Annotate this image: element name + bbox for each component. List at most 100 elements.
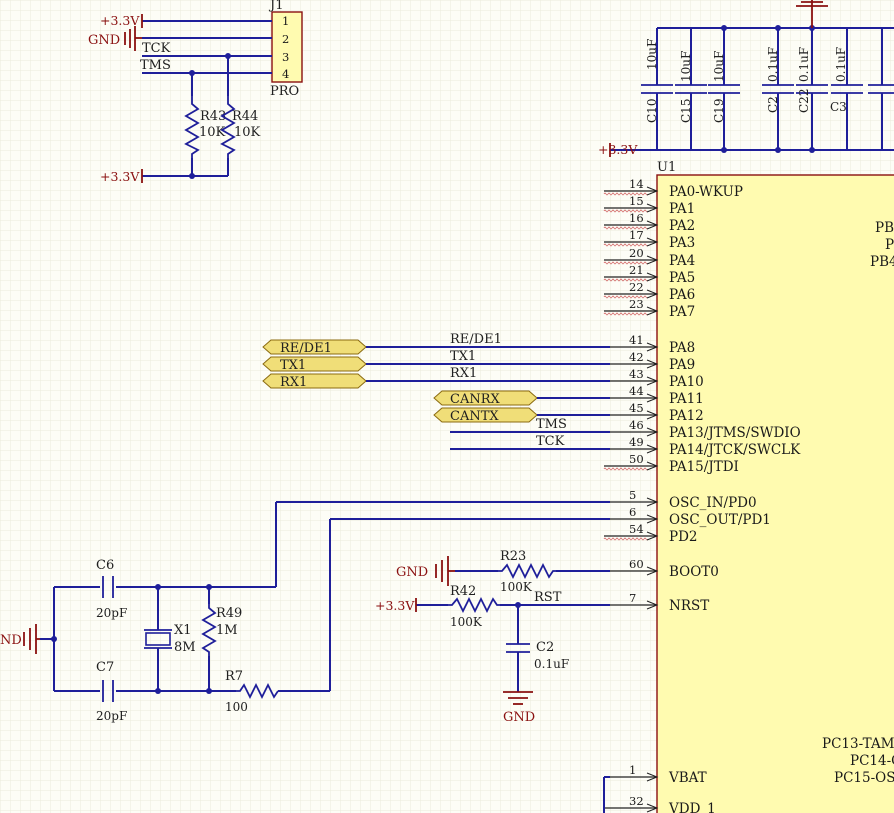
u1-pin-number: 21 bbox=[629, 263, 644, 277]
c15-ref: C15 bbox=[679, 99, 693, 123]
u1-pin-number: 42 bbox=[629, 350, 644, 364]
c2-reset-value: 0.1uF bbox=[534, 657, 569, 671]
net-label-tx1: TX1 bbox=[450, 349, 476, 364]
u1-pin-name: PA7 bbox=[669, 304, 695, 320]
j1-net-tck: TCK bbox=[142, 41, 171, 56]
c19-ref: C19 bbox=[712, 99, 726, 123]
c10-value: 10uF bbox=[645, 39, 659, 70]
power-33v-pullup-label: +3.3V bbox=[100, 169, 140, 184]
c3-value: 0.1uF bbox=[834, 47, 848, 82]
port-tx1[interactable]: TX1 bbox=[262, 356, 367, 373]
j1-pin4: 4 bbox=[282, 67, 289, 81]
j1-net-tms: TMS bbox=[140, 58, 171, 73]
u1-pin-number: 22 bbox=[629, 280, 644, 294]
u1-pin-number: 41 bbox=[629, 333, 644, 347]
c2-top-value: 0.1uF bbox=[766, 47, 780, 82]
port-re-de1[interactable]: RE/DE1 bbox=[262, 339, 367, 356]
u1-pin-name: PA2 bbox=[669, 218, 695, 234]
c7-ref: C7 bbox=[96, 660, 114, 675]
right-pin-pc15: PC15-OS bbox=[834, 770, 894, 786]
c2-top-ref: C2 bbox=[766, 96, 780, 113]
u1-pin-name: PD2 bbox=[669, 529, 698, 545]
port-rx1-label: RX1 bbox=[280, 375, 307, 390]
u1-pin-name: VBAT bbox=[668, 770, 707, 786]
u1-pin-number: 20 bbox=[629, 246, 644, 260]
x1-value: 8M bbox=[174, 640, 196, 655]
u1-pin-name: PA4 bbox=[669, 253, 695, 269]
r49-value: 1M bbox=[216, 623, 238, 638]
u1-pin-name: PA1 bbox=[669, 201, 695, 217]
power-33v-j1[interactable]: +3.3V bbox=[100, 13, 143, 28]
u1-pin-name: PA3 bbox=[669, 235, 695, 251]
right-pin-pc14: PC14-O bbox=[850, 753, 894, 769]
u1-pin-number: 14 bbox=[629, 177, 644, 191]
j1-pin1: 1 bbox=[282, 14, 289, 28]
power-gnd-j1-label: GND bbox=[88, 33, 120, 48]
c19-value: 10uF bbox=[712, 51, 726, 82]
right-pin-pb: PB bbox=[875, 220, 894, 236]
u1-pin-number: 15 bbox=[629, 194, 644, 208]
power-gnd-reset-label: GND bbox=[503, 710, 535, 725]
c22-ref: C22 bbox=[797, 89, 811, 113]
c10-ref: C10 bbox=[645, 99, 659, 123]
u1-pin-name: PA9 bbox=[669, 357, 695, 373]
u1-pin-name: PA5 bbox=[669, 270, 695, 286]
power-33v-reset-label: +3.3V bbox=[375, 598, 415, 613]
j1-value: PRO bbox=[270, 84, 299, 99]
u1-pin-number: 54 bbox=[629, 522, 644, 536]
u1-pin-name: PA12 bbox=[669, 408, 704, 424]
power-33v-j1-label: +3.3V bbox=[100, 13, 140, 28]
r23-ref: R23 bbox=[500, 549, 526, 564]
net-label-rede: RE/DE1 bbox=[450, 332, 502, 347]
u1-pin-name: PA8 bbox=[669, 340, 695, 356]
r44-value: 10K bbox=[234, 125, 261, 140]
u1-pin-number: 43 bbox=[629, 367, 644, 381]
u1-pin-number: 45 bbox=[629, 401, 644, 415]
power-33v-reset[interactable]: +3.3V bbox=[375, 598, 417, 613]
u1-pin-name: OSC_IN/PD0 bbox=[669, 495, 757, 511]
c15-value: 10uF bbox=[679, 51, 693, 82]
u1-pin-number: 44 bbox=[629, 384, 644, 398]
power-33v-caps[interactable]: +3.3V bbox=[598, 142, 638, 157]
u1-ref: U1 bbox=[657, 160, 676, 175]
right-pin-pc13: PC13-TAMP bbox=[822, 736, 894, 752]
u1-pin-name: PA14/JTCK/SWCLK bbox=[669, 442, 801, 458]
c6-value: 20pF bbox=[96, 606, 127, 620]
net-label-rst: RST bbox=[534, 590, 562, 605]
port-canrx[interactable]: CANRX bbox=[433, 390, 538, 407]
j1-pin2: 2 bbox=[282, 32, 289, 46]
u1-pin-number: 1 bbox=[629, 763, 636, 777]
u1-pin-number: 32 bbox=[629, 794, 644, 808]
power-gnd-boot-label: GND bbox=[396, 565, 428, 580]
u1-pin-name: VDD_1 bbox=[668, 801, 716, 813]
connector-j1[interactable]: J1 PRO 1 2 3 4 bbox=[268, 0, 303, 99]
u1-pin-name: PA10 bbox=[669, 374, 704, 390]
u1-pin-number: 23 bbox=[629, 297, 644, 311]
x1-ref: X1 bbox=[174, 623, 192, 638]
j1-pin3: 3 bbox=[282, 50, 289, 64]
r23-value: 100K bbox=[500, 580, 533, 594]
schematic-canvas: J1 PRO 1 2 3 4 TCK TMS +3.3V GND +3.3V R… bbox=[0, 0, 894, 813]
port-tx1-label: TX1 bbox=[280, 358, 306, 373]
u1-pin-number: 7 bbox=[629, 591, 636, 605]
power-33v-pullup[interactable]: +3.3V bbox=[100, 169, 143, 184]
r7-ref: R7 bbox=[225, 669, 243, 684]
port-canrx-label: CANRX bbox=[450, 392, 500, 407]
c6-ref: C6 bbox=[96, 558, 114, 573]
power-33v-caps-label: +3.3V bbox=[598, 142, 638, 157]
u1-pin-name: BOOT0 bbox=[669, 564, 719, 580]
u1-pin-number: 17 bbox=[629, 228, 644, 242]
port-cantx[interactable]: CANTX bbox=[433, 407, 538, 424]
right-pin-pb4: PB4 bbox=[870, 254, 894, 270]
u1-pin-name: PA13/JTMS/SWDIO bbox=[669, 425, 801, 441]
r44-ref: R44 bbox=[232, 109, 258, 124]
u1-pin-number: 50 bbox=[629, 452, 644, 466]
c3-ref: C3 bbox=[830, 100, 847, 114]
r42-ref: R42 bbox=[450, 584, 476, 599]
port-rx1[interactable]: RX1 bbox=[262, 373, 367, 390]
u1-pin-number: 5 bbox=[629, 488, 636, 502]
net-label-tck: TCK bbox=[536, 434, 565, 449]
u1-pin-number: 60 bbox=[629, 557, 644, 571]
j1-ref: J1 bbox=[268, 0, 283, 13]
r7-value: 100 bbox=[225, 700, 248, 714]
